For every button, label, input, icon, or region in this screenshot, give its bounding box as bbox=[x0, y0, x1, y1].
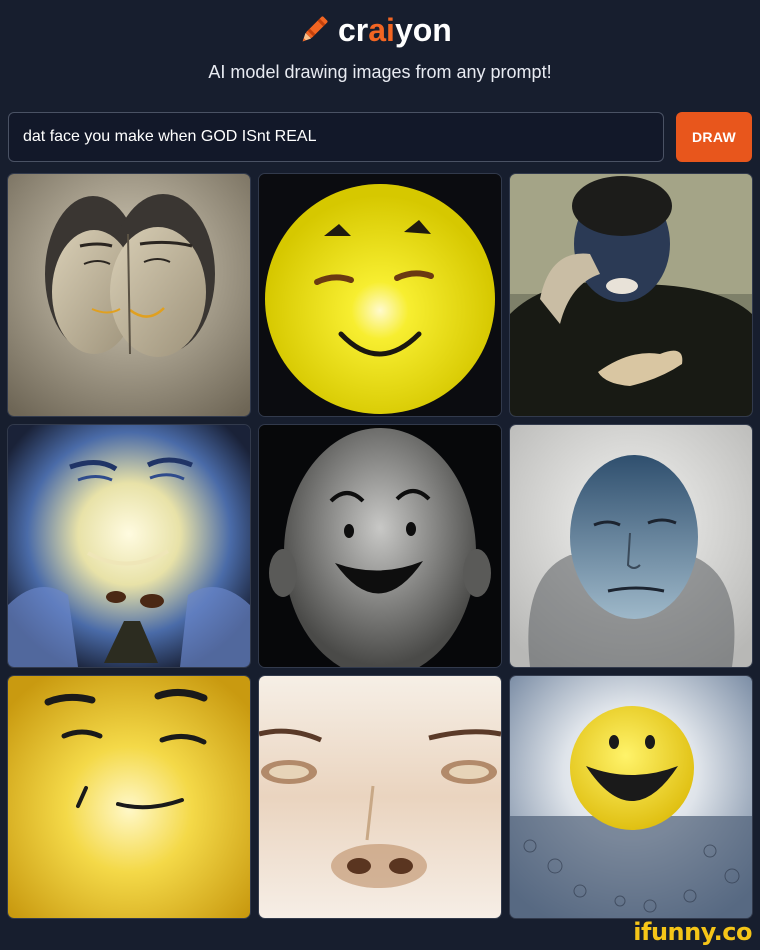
result-image-yellow-smiley-ball[interactable] bbox=[259, 174, 501, 416]
ifunny-watermark: ifunny.co bbox=[633, 918, 752, 946]
draw-button[interactable]: DRAW bbox=[676, 112, 752, 162]
result-image-yellow-smirk-face[interactable] bbox=[8, 676, 250, 918]
result-image-blue-sad-face[interactable] bbox=[510, 425, 752, 667]
result-image-closeup-face[interactable] bbox=[259, 676, 501, 918]
crayon-icon bbox=[302, 16, 328, 42]
craiyon-logo[interactable]: craiyon bbox=[296, 8, 452, 52]
prompt-input[interactable]: dat face you make when GOD ISnt REAL bbox=[8, 112, 664, 162]
result-image-bald-smiling-head[interactable] bbox=[259, 425, 501, 667]
result-image-two-masked-faces[interactable] bbox=[8, 174, 250, 416]
brand-name: craiyon bbox=[338, 11, 452, 48]
result-image-glowing-blue-face[interactable] bbox=[8, 425, 250, 667]
result-image-smiley-sun[interactable] bbox=[510, 676, 752, 918]
prompt-text: dat face you make when GOD ISnt REAL bbox=[23, 128, 317, 145]
header: craiyon AI model drawing images from any… bbox=[0, 0, 760, 100]
result-image-man-covering-face[interactable] bbox=[510, 174, 752, 416]
results-grid bbox=[8, 174, 752, 918]
tagline: AI model drawing images from any prompt! bbox=[208, 62, 552, 82]
